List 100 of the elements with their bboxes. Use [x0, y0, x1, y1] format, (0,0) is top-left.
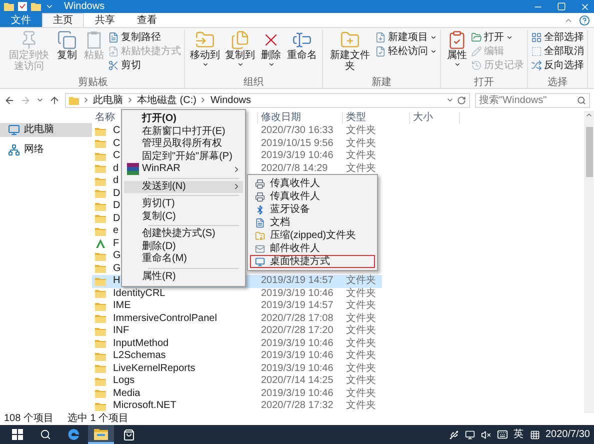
file-name[interactable]: d: [110, 162, 119, 175]
menu-item[interactable]: 传真收件人: [250, 177, 375, 190]
menu-item[interactable]: 发送到(N): [124, 180, 243, 193]
menu-item[interactable]: 固定到"开始"屏幕(P): [124, 150, 243, 163]
folder-icon[interactable]: [4, 2, 14, 11]
ribbon-button[interactable]: 新建项目: [375, 31, 437, 44]
document-icon: [108, 32, 119, 43]
file-name[interactable]: G: [110, 250, 121, 262]
menu-item[interactable]: 属性(R): [124, 270, 243, 283]
maximize-icon[interactable]: [557, 2, 566, 11]
menu-item[interactable]: 创建快捷方式(S): [124, 228, 243, 240]
scroll-up-icon[interactable]: [585, 111, 593, 119]
file-name[interactable]: F: [110, 238, 120, 250]
file-name[interactable]: d: [110, 175, 119, 188]
ribbon-button[interactable]: 剪切: [108, 59, 181, 72]
scroll-thumb[interactable]: [586, 127, 592, 177]
sidebar-item[interactable]: 此电脑: [0, 123, 92, 137]
input-method-icon[interactable]: [530, 430, 540, 440]
menu-item[interactable]: 压缩(zipped)文件夹: [250, 229, 375, 242]
ribbon-button[interactable]: 复制路径: [108, 31, 181, 44]
ribbon-button[interactable]: 轻松访问: [375, 45, 437, 58]
menu-item[interactable]: 在新窗口中打开(E): [124, 126, 243, 138]
caret-icon: [268, 61, 274, 68]
keyboard-icon[interactable]: [496, 429, 508, 440]
ribbon-button[interactable]: 复制: [54, 30, 80, 77]
properties-icon: [447, 30, 467, 50]
ribbon-button[interactable]: 属性: [444, 30, 470, 77]
store-icon[interactable]: [123, 428, 135, 440]
ribbon-button[interactable]: 删除: [258, 30, 284, 77]
file-name[interactable]: Logs: [110, 375, 135, 388]
file-name[interactable]: ImmersiveControlPanel: [110, 312, 217, 325]
file-name[interactable]: InputMethod: [110, 338, 169, 350]
column-header[interactable]: 大小: [410, 112, 460, 124]
type-cell-text: 文件夹: [345, 338, 377, 350]
file-name[interactable]: C: [110, 150, 120, 162]
file-name[interactable]: IME: [110, 300, 131, 312]
menu-item[interactable]: 传真收件人: [250, 190, 375, 203]
menu-item[interactable]: 桌面快捷方式: [250, 255, 375, 268]
menu-item[interactable]: 重命名(M): [124, 253, 243, 266]
ribbon-button[interactable]: 全部选择: [531, 31, 584, 44]
ribbon-button[interactable]: 复制到: [223, 30, 257, 77]
browser-icon[interactable]: [66, 428, 80, 441]
ribbon-button[interactable]: 打开: [471, 31, 524, 44]
file-name[interactable]: e: [110, 225, 119, 238]
folder-icon[interactable]: [94, 428, 108, 440]
menu-item[interactable]: WinRAR: [124, 163, 243, 176]
search-icon[interactable]: [40, 429, 50, 440]
refresh-icon[interactable]: [457, 96, 466, 104]
ribbon-tab[interactable]: 主页: [42, 13, 84, 27]
column-header[interactable]: 类型: [343, 112, 410, 124]
folder-icon[interactable]: [31, 2, 41, 11]
breadcrumb[interactable]: Windows: [210, 94, 252, 106]
file-name[interactable]: D: [110, 200, 120, 212]
menu-item[interactable]: 蓝牙设备: [250, 203, 375, 216]
file-name[interactable]: LiveKernelReports: [110, 362, 196, 375]
breadcrumb[interactable]: 本地磁盘 (C:): [137, 93, 196, 107]
ribbon-button[interactable]: 全部取消: [531, 45, 584, 58]
ribbon-button[interactable]: 反向选择: [531, 59, 584, 72]
menu-item[interactable]: 复制(C): [124, 210, 243, 223]
address-field[interactable]: 此电脑 本地磁盘 (C:) Windows: [65, 92, 470, 108]
menu-item[interactable]: 删除(D): [124, 240, 243, 253]
usb-icon[interactable]: [448, 430, 458, 440]
file-name[interactable]: C: [110, 138, 120, 150]
close-icon[interactable]: [580, 2, 590, 12]
ribbon-button[interactable]: 移动到: [188, 30, 222, 77]
menu-item[interactable]: 剪切(T): [124, 198, 243, 210]
up-icon[interactable]: [49, 94, 60, 106]
input-language[interactable]: 英: [514, 428, 524, 440]
file-name[interactable]: D: [110, 188, 120, 200]
sidebar-item[interactable]: 网络: [0, 143, 92, 157]
file-name[interactable]: INF: [110, 325, 130, 338]
scrollbar[interactable]: [584, 111, 594, 413]
file-name[interactable]: D: [110, 212, 120, 225]
help-icon[interactable]: [579, 14, 590, 26]
back-icon[interactable]: [4, 94, 15, 106]
caret-icon[interactable]: [45, 2, 54, 11]
volume-muted-icon[interactable]: [480, 430, 490, 440]
file-name[interactable]: H: [110, 275, 120, 288]
ribbon-button[interactable]: 新建文件夹: [326, 30, 374, 77]
menu-item[interactable]: 打开(O): [124, 113, 243, 126]
windows-logo-icon[interactable]: [12, 429, 22, 440]
column-header[interactable]: 修改日期: [258, 112, 343, 124]
menu-item[interactable]: 邮件收件人: [250, 242, 375, 255]
breadcrumb[interactable]: 此电脑: [93, 93, 123, 107]
clock-date[interactable]: 2020/7/30: [546, 428, 590, 440]
caret-icon[interactable]: [36, 96, 44, 104]
ribbon-button[interactable]: 重命名: [285, 30, 319, 77]
menu-item[interactable]: 文档: [250, 216, 375, 229]
file-name[interactable]: Microsoft.NET: [110, 400, 176, 412]
file-name[interactable]: G: [110, 262, 121, 275]
taskbar-button[interactable]: [88, 425, 114, 444]
file-name[interactable]: L2Schemas: [110, 350, 166, 362]
ribbon-tab[interactable]: 文件: [0, 13, 42, 27]
menu-item[interactable]: 管理员取得所有权: [124, 138, 243, 150]
file-name[interactable]: Media: [110, 388, 140, 400]
caret-icon[interactable]: [446, 96, 454, 104]
file-name[interactable]: C: [110, 125, 120, 138]
check-icon[interactable]: [18, 2, 27, 11]
file-name[interactable]: IdentityCRL: [110, 288, 166, 300]
search-field[interactable]: 搜索"Windows": [475, 92, 590, 108]
